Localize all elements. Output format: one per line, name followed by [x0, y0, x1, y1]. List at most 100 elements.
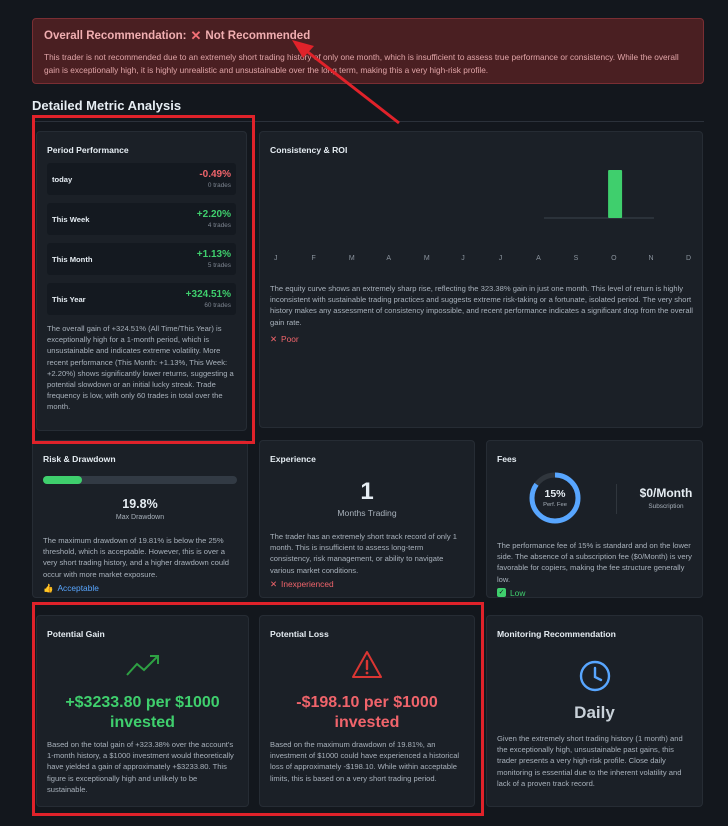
month-tick-label: J: [274, 255, 278, 262]
month-axis: JFMAMJJASOND: [260, 255, 702, 265]
period-label: today: [52, 174, 73, 184]
subscription-value: $0/Month: [639, 486, 693, 500]
period-row-year: This Year +324.51% 60 trades: [47, 283, 236, 315]
period-trades: 60 trades: [204, 302, 231, 309]
experience-verdict: ✕ Inexperienced: [270, 579, 464, 589]
fees-summary: 15% Perf. Fee $0/Month Subscription: [497, 470, 692, 526]
period-value-group: +1.13% 5 trades: [197, 249, 231, 269]
roi-bar: [608, 170, 623, 218]
drawdown-progress-bar: [43, 476, 237, 484]
drawdown-label: Max Drawdown: [115, 514, 165, 521]
period-label: This Week: [52, 214, 90, 224]
section-divider: [32, 121, 704, 122]
period-trades: 4 trades: [207, 222, 231, 229]
alert-title-prefix: Overall Recommendation:: [44, 30, 187, 42]
consistency-description: The equity curve shows an extremely shar…: [270, 284, 693, 327]
period-trades: 5 trades: [207, 262, 231, 269]
experience-verdict-label: Inexperienced: [281, 578, 334, 589]
period-label: This Month: [52, 254, 93, 264]
potential-gain-amount: +$3233.80 per $1000: [65, 694, 220, 711]
month-tick-label: D: [686, 255, 692, 262]
recommendation-alert: Overall Recommendation: ✕ Not Recommende…: [32, 18, 704, 84]
thumbs-up-icon: 👍: [43, 582, 54, 593]
risk-card: Risk & Drawdown 19.8% Max Drawdown The m…: [32, 440, 248, 598]
potential-loss-description: Based on the maximum drawdown of 19.81%,…: [270, 740, 460, 783]
potential-gain-value: +$3233.80 per $1000 invested: [47, 693, 238, 733]
alert-status: Not Recommended: [205, 30, 311, 42]
month-tick-label: S: [573, 255, 579, 262]
month-tick-label: O: [611, 255, 617, 262]
fees-verdict: ✓ Low: [497, 588, 692, 598]
month-tick-label: J: [498, 255, 503, 262]
close-x-icon: ✕: [270, 334, 278, 344]
month-tick-label: A: [386, 255, 392, 262]
potential-loss-amount: -$198.10 per $1000: [296, 694, 438, 711]
period-performance-title: Period Performance: [47, 145, 129, 155]
potential-gain-title: Potential Gain: [47, 629, 105, 639]
risk-verdict-label: Acceptable: [57, 583, 99, 594]
period-label: This Year: [52, 294, 86, 304]
fees-verdict-label: Low: [510, 587, 526, 598]
potential-loss-value: -$198.10 per $1000 invested: [270, 693, 464, 733]
risk-verdict: 👍 Acceptable: [43, 583, 237, 594]
fees-description: The performance fee of 15% is standard a…: [497, 541, 692, 584]
experience-value: 1: [360, 478, 374, 505]
close-x-icon: ✕: [270, 578, 278, 589]
experience-description: The trader has an extremely short track …: [270, 532, 457, 575]
perf-fee-label: Perf. Fee: [543, 502, 567, 508]
potential-loss-unit: invested: [334, 714, 400, 731]
monitoring-description: Given the extremely short trading histor…: [497, 734, 683, 788]
experience-card: Experience 1 Months Trading The trader h…: [259, 440, 475, 598]
period-row-today: today -0.49% 0 trades: [47, 163, 236, 195]
subscription-label: Subscription: [648, 503, 684, 510]
period-performance-card: Period Performance today -0.49% 0 trades…: [36, 131, 247, 431]
monitoring-value: Daily: [574, 703, 615, 722]
period-value: +324.51%: [185, 289, 231, 300]
drawdown-value: 19.8%: [122, 497, 158, 511]
potential-loss-title: Potential Loss: [270, 629, 329, 639]
drawdown-progress-fill: [43, 476, 83, 484]
consistency-verdict: ✕ Poor: [270, 334, 299, 344]
roi-chart: [544, 170, 654, 219]
month-tick-label: J: [461, 255, 465, 262]
risk-title: Risk & Drawdown: [43, 454, 116, 464]
trending-up-icon: [125, 655, 159, 676]
check-icon: ✓: [497, 588, 506, 598]
month-tick-label: F: [311, 255, 316, 262]
month-tick-label: M: [348, 255, 355, 262]
section-title: Detailed Metric Analysis: [32, 98, 182, 113]
month-tick-label: A: [536, 255, 541, 262]
period-value: +2.20%: [196, 209, 231, 220]
close-x-icon: ✕: [190, 28, 202, 43]
consistency-title: Consistency & ROI: [270, 145, 348, 155]
warning-icon: [352, 651, 382, 678]
potential-gain-card: Potential Gain +$3233.80 per $1000 inves…: [36, 615, 249, 807]
period-value-group: +324.51% 60 trades: [186, 289, 231, 309]
monitoring-title: Monitoring Recommendation: [497, 629, 616, 639]
month-tick-label: N: [648, 255, 654, 262]
perf-fee-value: 15%: [544, 488, 566, 500]
fees-card: Fees 15% Perf. Fee $0/Month Subscription…: [486, 440, 703, 598]
period-value-group: +2.20% 4 trades: [197, 209, 231, 229]
alert-title: Overall Recommendation: ✕ Not Recommende…: [44, 28, 692, 44]
fees-divider: [616, 484, 617, 514]
period-rows: today -0.49% 0 trades This Week +2.20% 4…: [47, 163, 236, 315]
monitoring-card: Monitoring Recommendation Daily Given th…: [486, 615, 703, 807]
risk-description: The maximum drawdown of 19.81% is below …: [43, 536, 230, 579]
period-row-month: This Month +1.13% 5 trades: [47, 243, 236, 275]
clock-icon: [579, 660, 610, 692]
potential-loss-card: Potential Loss -$198.10 per $1000 invest…: [259, 615, 475, 807]
period-description: The overall gain of +324.51% (All Time/T…: [47, 324, 234, 412]
potential-gain-unit: invested: [110, 714, 175, 731]
experience-label: Months Trading: [337, 508, 397, 518]
period-trades: 0 trades: [207, 182, 231, 189]
potential-gain-description: Based on the total gain of +323.38% over…: [47, 740, 234, 794]
period-row-week: This Week +2.20% 4 trades: [47, 203, 236, 235]
alert-text: This trader is not recommended due to an…: [44, 52, 679, 75]
fees-title: Fees: [497, 454, 517, 464]
period-value: -0.49%: [199, 169, 231, 180]
consistency-card: Consistency & ROI J F M A M J J A S O N D The equit…: [259, 131, 703, 428]
period-value: +1.13%: [196, 249, 231, 260]
month-tick-label: M: [423, 255, 430, 262]
experience-title: Experience: [270, 454, 316, 464]
